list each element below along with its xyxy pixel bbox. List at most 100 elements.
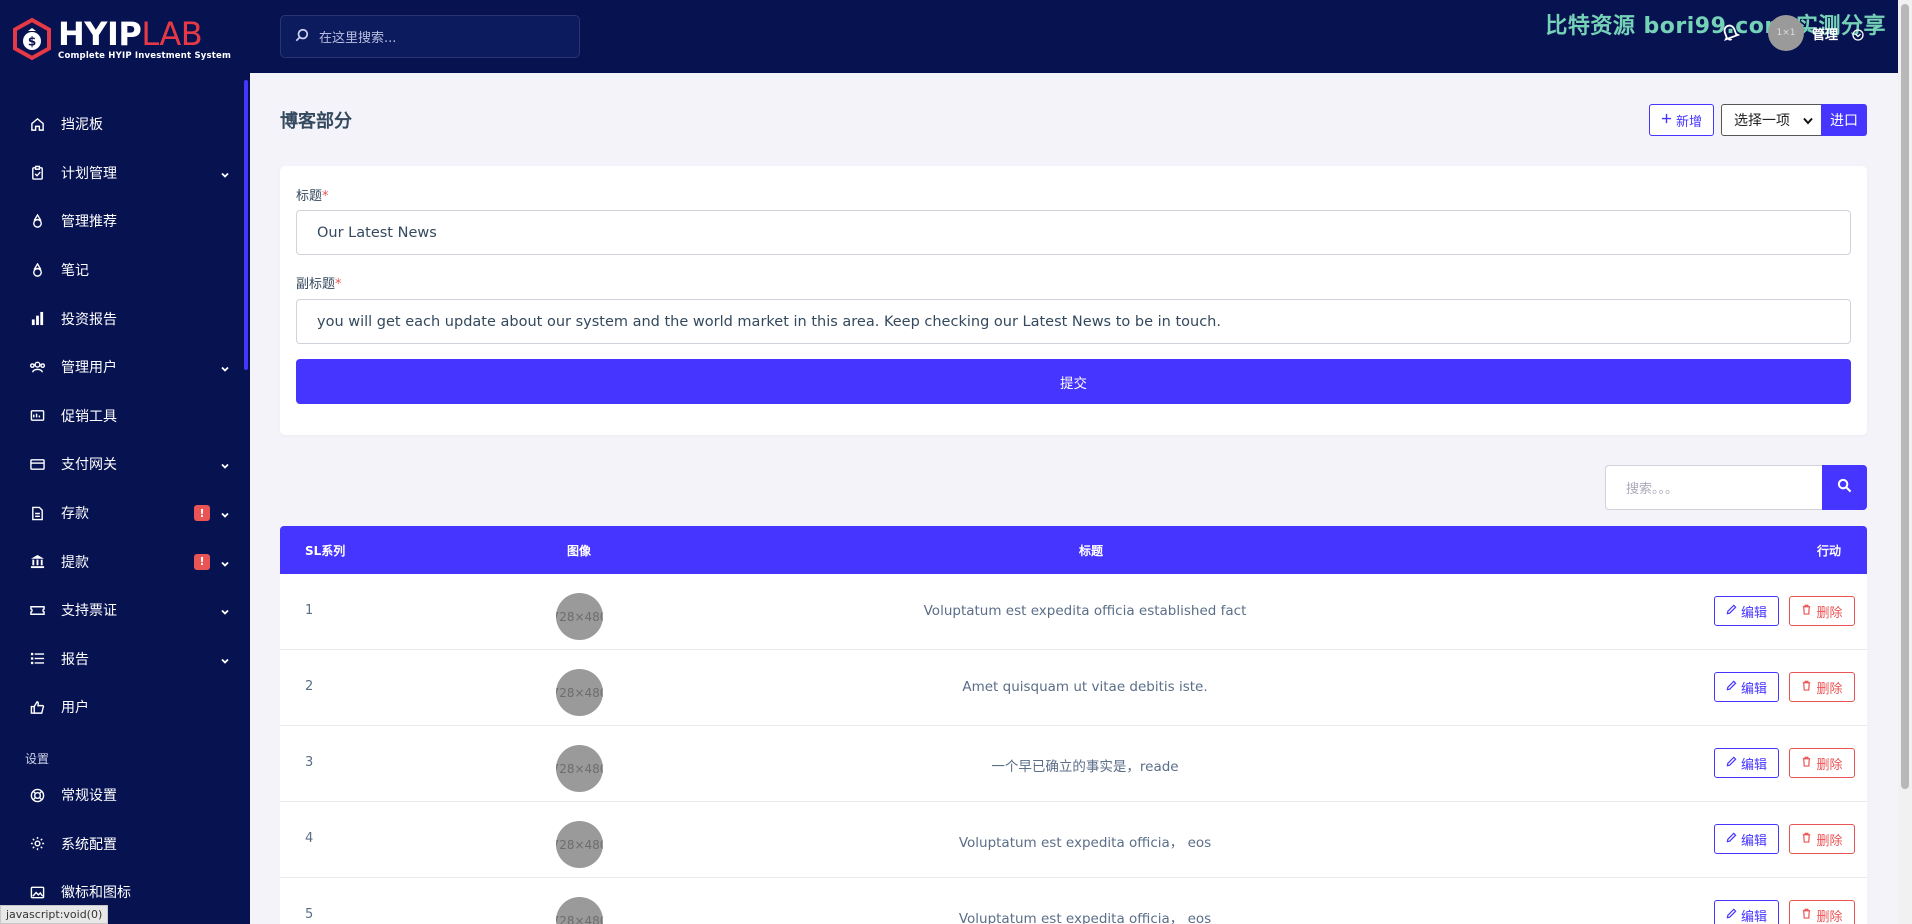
row-image-thumbnail: 728×480 bbox=[556, 821, 603, 868]
avatar[interactable]: 1×1 bbox=[1768, 15, 1804, 51]
add-new-label: 新增 bbox=[1675, 114, 1702, 130]
edit-button[interactable]: 编辑 bbox=[1714, 748, 1779, 778]
sidebar-item-payment-gateways[interactable]: 支付网关 bbox=[0, 440, 250, 489]
sidebar-item-label: 支持票证 bbox=[61, 603, 117, 620]
sidebar-item-referrals[interactable]: 管理推荐 bbox=[0, 197, 250, 246]
edit-button[interactable]: 编辑 bbox=[1714, 596, 1779, 626]
chevron-down-circle-icon[interactable] bbox=[1852, 26, 1864, 45]
bell-icon[interactable] bbox=[1720, 22, 1741, 46]
chevron-down-icon bbox=[220, 654, 230, 664]
sidebar-item-notes[interactable]: 笔记 bbox=[0, 246, 250, 295]
promo-icon bbox=[28, 407, 46, 425]
table-row: 1 728×480 Voluptatum est expedita offici… bbox=[280, 574, 1867, 650]
thumbs-up-icon bbox=[28, 698, 46, 716]
edit-button[interactable]: 编辑 bbox=[1714, 672, 1779, 702]
sidebar-item-general-settings[interactable]: 常规设置 bbox=[0, 771, 250, 820]
sidebar-item-plans[interactable]: 计划管理 bbox=[0, 149, 250, 198]
sidebar-item-label: 提款 bbox=[61, 554, 89, 571]
title-label: 标题* bbox=[296, 189, 329, 204]
logo-hexagon-icon: $ bbox=[10, 17, 54, 61]
gear-icon bbox=[28, 835, 46, 853]
sidebar-item-users[interactable]: 用户 bbox=[0, 683, 250, 732]
column-header-image: 图像 bbox=[567, 544, 592, 558]
delete-button[interactable]: 删除 bbox=[1789, 596, 1855, 626]
sidebar-item-promotion-tools[interactable]: 促销工具 bbox=[0, 392, 250, 441]
trash-icon bbox=[1801, 680, 1812, 695]
sidebar-item-label: 计划管理 bbox=[61, 165, 117, 182]
admin-name[interactable]: 管理 bbox=[1812, 24, 1838, 43]
chevron-down-icon bbox=[220, 459, 230, 470]
trash-icon bbox=[1801, 908, 1812, 923]
brand-logo[interactable]: $ HYIPLAB Complete HYIP Investment Syste… bbox=[0, 0, 250, 78]
delete-button[interactable]: 删除 bbox=[1789, 824, 1855, 854]
row-image-thumbnail: 728×480 bbox=[556, 745, 603, 792]
delete-button[interactable]: 删除 bbox=[1789, 748, 1855, 778]
page-scrollbar[interactable] bbox=[1898, 0, 1912, 924]
chevron-down-icon bbox=[220, 362, 230, 373]
trash-icon bbox=[1801, 604, 1812, 619]
table-search-button[interactable] bbox=[1822, 465, 1867, 510]
alert-badge: ! bbox=[194, 505, 210, 522]
svg-text:$: $ bbox=[28, 35, 36, 49]
sidebar-settings-menu: 常规设置 系统配置 徽标和图标 bbox=[0, 771, 250, 917]
global-search-input[interactable]: 在这里搜索... bbox=[280, 15, 580, 58]
row-sl: 2 bbox=[305, 679, 314, 694]
delete-button[interactable]: 删除 bbox=[1789, 672, 1855, 702]
sidebar-item-label: 管理用户 bbox=[61, 360, 117, 377]
row-sl: 4 bbox=[305, 831, 314, 846]
title-input[interactable]: Our Latest News bbox=[296, 210, 1851, 255]
sidebar-item-label: 存款 bbox=[61, 506, 89, 523]
table-search-input[interactable]: 搜索。。。 bbox=[1605, 465, 1823, 510]
sidebar-item-dashboard[interactable]: 挡泥板 bbox=[0, 100, 250, 149]
sidebar-item-reports[interactable]: 报告 bbox=[0, 635, 250, 684]
sidebar-item-withdrawals[interactable]: 提款 ! bbox=[0, 537, 250, 586]
subtitle-label: 副标题* bbox=[296, 277, 342, 292]
blog-section-form: 标题* Our Latest News 副标题* you will get ea… bbox=[280, 166, 1867, 435]
sidebar-item-deposits[interactable]: 存款 ! bbox=[0, 489, 250, 538]
row-sl: 5 bbox=[305, 907, 314, 922]
sidebar-item-support-tickets[interactable]: 支持票证 bbox=[0, 586, 250, 635]
import-button[interactable]: 进口 bbox=[1821, 104, 1867, 136]
page-title: 博客部分 bbox=[280, 111, 352, 132]
edit-button[interactable]: 编辑 bbox=[1714, 824, 1779, 854]
row-title: Amet quisquam ut vitae debitis iste. bbox=[962, 679, 1208, 695]
subtitle-input[interactable]: you will get each update about our syste… bbox=[296, 299, 1851, 344]
pencil-icon bbox=[1726, 832, 1737, 847]
sidebar-item-system-config[interactable]: 系统配置 bbox=[0, 819, 250, 868]
table-row: 4 728×480 Voluptatum est expedita offici… bbox=[280, 802, 1867, 878]
row-image-thumbnail: 728×480 bbox=[556, 669, 603, 716]
trash-icon bbox=[1801, 756, 1812, 771]
table-row: 5 728×480 Voluptatum est expedita offici… bbox=[280, 878, 1867, 924]
plus-icon bbox=[1661, 113, 1672, 128]
sidebar-item-label: 挡泥板 bbox=[61, 117, 103, 134]
delete-button[interactable]: 删除 bbox=[1789, 900, 1855, 924]
submit-button[interactable]: 提交 bbox=[296, 359, 1851, 404]
table-header: SL系列 图像 标题 行动 bbox=[280, 526, 1867, 574]
edit-button[interactable]: 编辑 bbox=[1714, 900, 1779, 924]
chevron-down-icon bbox=[220, 168, 230, 178]
language-select[interactable]: 选择一项 bbox=[1721, 104, 1822, 136]
sidebar-item-label: 用户 bbox=[61, 700, 89, 717]
pencil-icon bbox=[1726, 908, 1737, 923]
add-new-button[interactable]: 新增 bbox=[1649, 104, 1714, 136]
pencil-icon bbox=[1726, 756, 1737, 771]
sidebar-item-label: 促销工具 bbox=[61, 408, 117, 425]
list-icon bbox=[28, 650, 46, 668]
clipboard-icon bbox=[28, 164, 46, 182]
row-image-thumbnail: 728×480 bbox=[556, 897, 603, 924]
sidebar-item-manage-users[interactable]: 管理用户 bbox=[0, 343, 250, 392]
bank-icon bbox=[28, 553, 46, 571]
row-title: Voluptatum est expedita officia establis… bbox=[923, 603, 1247, 619]
scrollbar-thumb[interactable] bbox=[1901, 4, 1909, 789]
sidebar-item-investment-report[interactable]: 投资报告 bbox=[0, 294, 250, 343]
users-icon bbox=[28, 358, 46, 376]
sidebar-item-label: 徽标和图标 bbox=[61, 885, 131, 902]
row-title: Voluptatum est expedita officia， eos bbox=[958, 911, 1212, 924]
brand-tagline: Complete HYIP Investment System bbox=[58, 50, 232, 61]
language-select-value: 选择一项 bbox=[1734, 113, 1790, 129]
sidebar-menu: 挡泥板 计划管理 管理推荐 笔记 投资报告 管理用户 促销工具 支付网关 存款 … bbox=[0, 100, 250, 732]
sidebar-item-label: 笔记 bbox=[61, 263, 89, 280]
pencil-icon bbox=[1726, 604, 1737, 619]
brand-name: HYIPLAB bbox=[58, 14, 203, 53]
browser-status-bar: javascript:void(0) bbox=[0, 905, 109, 924]
